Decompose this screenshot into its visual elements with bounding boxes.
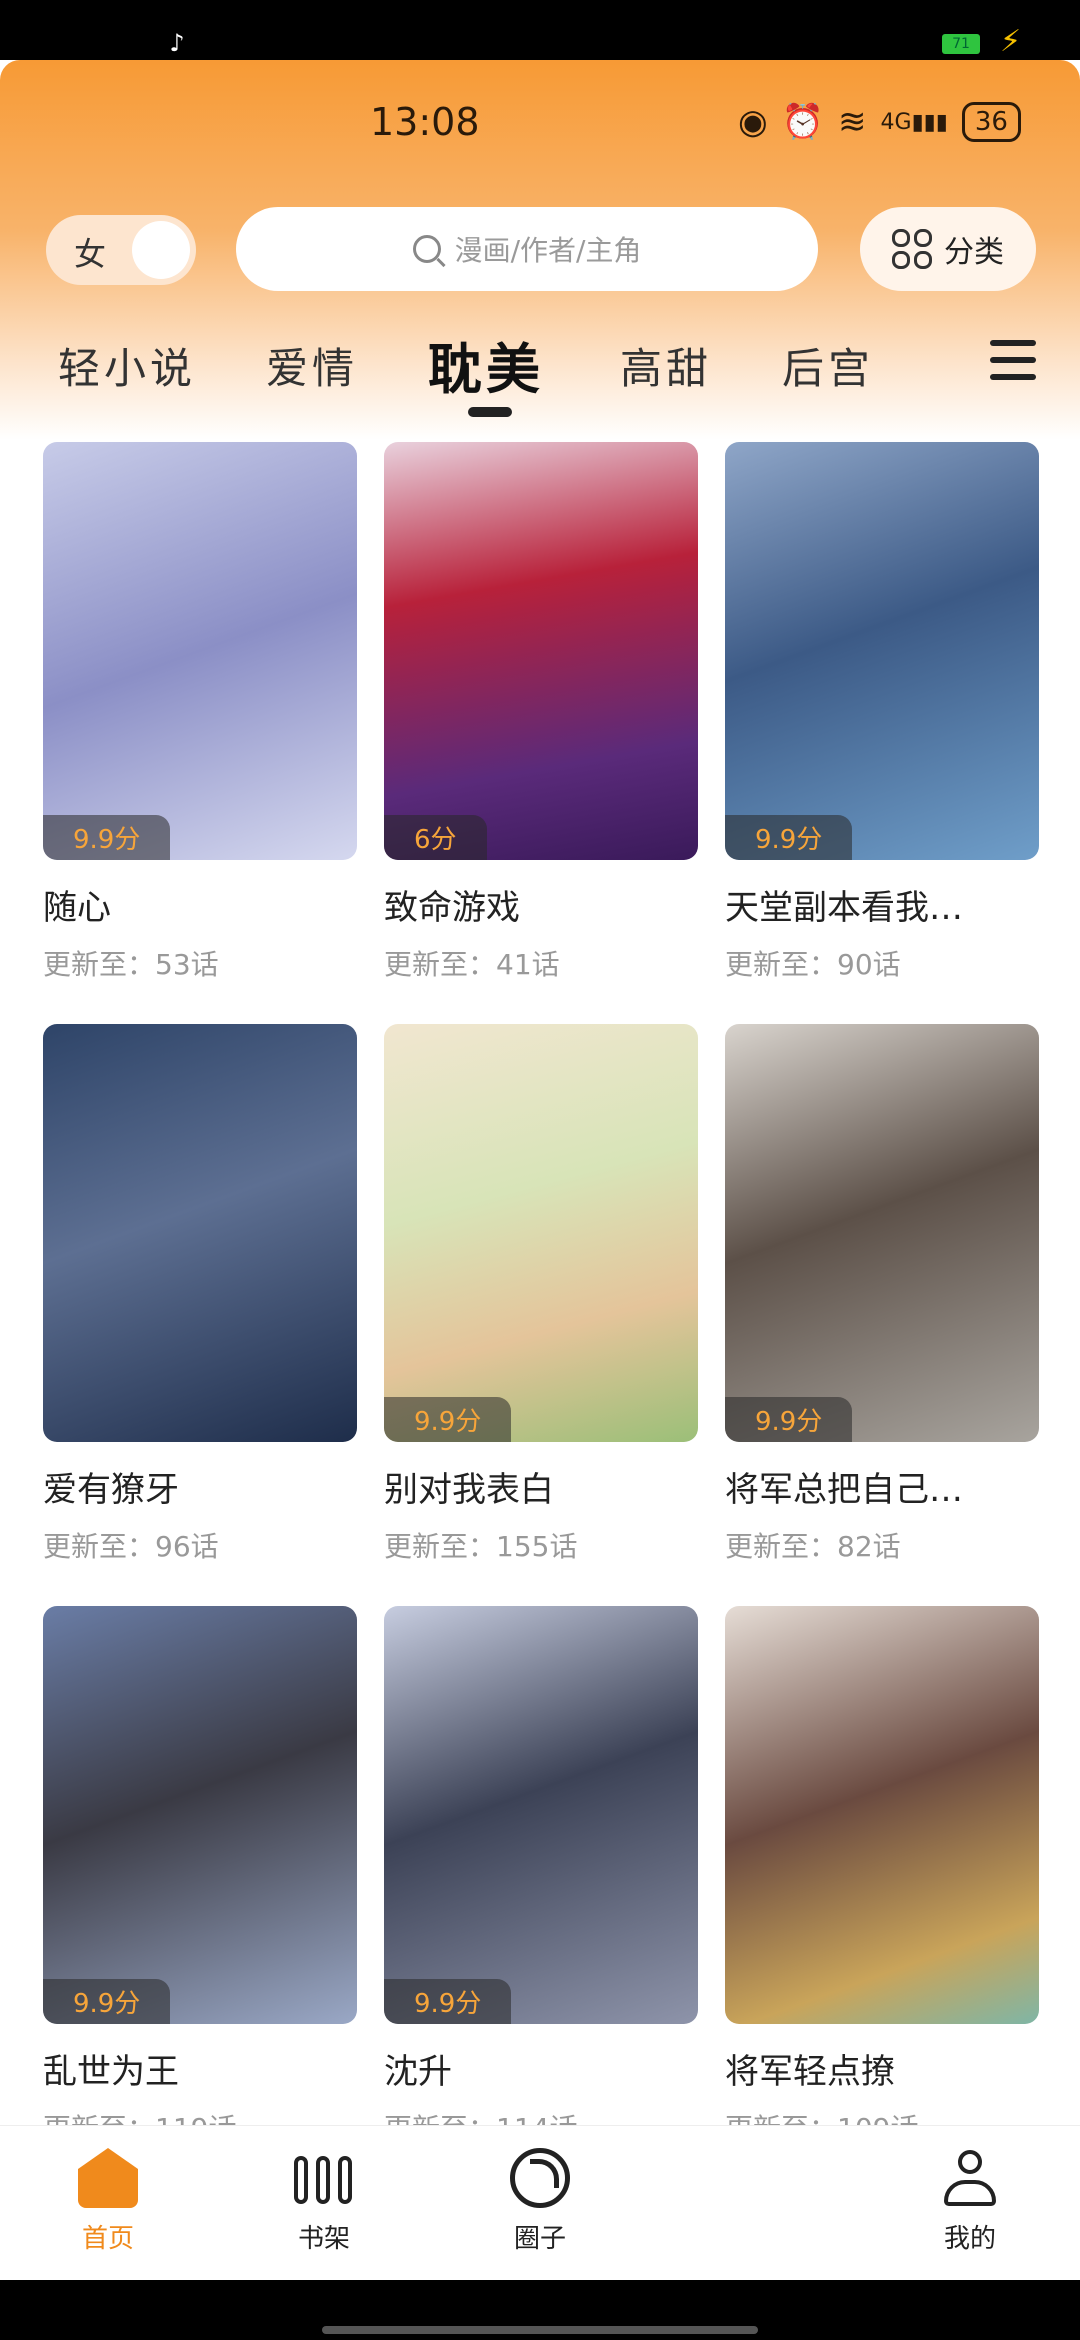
charging-icon: ⚡ [1000, 24, 1022, 59]
search-icon [412, 235, 441, 263]
eye-icon: ◉ [738, 102, 768, 142]
circle-icon [510, 2148, 570, 2208]
nav-circle[interactable]: 圈子 [480, 2148, 600, 2255]
comic-card[interactable]: 9.9分 乱世为王 更新至：119话 [43, 1606, 357, 2125]
category-tabs: 轻小说 爱情 耽美 高甜 后宫 [0, 325, 1080, 425]
nav-me[interactable]: 我的 [910, 2148, 1030, 2255]
comic-card[interactable]: 将军轻点撩 更新至：109话 [725, 1606, 1039, 2125]
grid-icon [892, 229, 932, 269]
tiktok-icon: ♪ [169, 29, 185, 57]
comic-cover[interactable]: 9.9分 [43, 1606, 357, 2024]
comic-cover[interactable]: 9.9分 [725, 1024, 1039, 1442]
comic-title[interactable]: 致命游戏 [384, 880, 698, 929]
nav-circle-label: 圈子 [513, 2224, 566, 2254]
bottom-nav: 首页 书架 圈子 我的 [0, 2125, 1080, 2280]
nav-home[interactable]: 首页 [48, 2148, 168, 2255]
score-badge: 9.9分 [725, 815, 853, 860]
comic-update: 更新至：96话 [43, 1530, 219, 1563]
bookshelf-icon [294, 2148, 354, 2208]
comic-cover[interactable] [725, 1606, 1039, 2024]
search-input[interactable]: 漫画/作者/主角 [236, 207, 818, 291]
tab-light-novel[interactable]: 轻小说 [58, 335, 196, 396]
battery-icon: 36 [961, 102, 1021, 142]
comic-grid: 9.9分 随心 更新至：53话 6分 致命游戏 更新至：41话 9.9分 天堂副… [0, 440, 1080, 2125]
gender-toggle[interactable]: 女 [46, 215, 196, 285]
toggle-knob [132, 221, 190, 279]
comic-card[interactable]: 6分 致命游戏 更新至：41话 [384, 442, 698, 983]
comic-cover[interactable]: 9.9分 [384, 1606, 698, 2024]
comic-cover[interactable] [43, 1024, 357, 1442]
search-placeholder: 漫画/作者/主角 [454, 234, 642, 267]
comic-title[interactable]: 将军轻点撩 [725, 2044, 1039, 2093]
comic-update: 更新至：155话 [384, 1530, 578, 1563]
outer-battery-icon: 71 [942, 34, 980, 54]
comic-cover[interactable]: 9.9分 [43, 442, 357, 860]
comic-title[interactable]: 乱世为王 [43, 2044, 357, 2093]
comic-card[interactable]: 9.9分 天堂副本看我… 更新至：90话 [725, 442, 1039, 983]
nav-me-label: 我的 [943, 2224, 996, 2254]
comic-title[interactable]: 随心 [43, 880, 357, 929]
comic-update: 更新至：41话 [384, 948, 560, 981]
active-tab-indicator [468, 407, 512, 417]
comic-card[interactable]: 9.9分 随心 更新至：53话 [43, 442, 357, 983]
menu-icon[interactable] [990, 340, 1036, 380]
outer-status-bar: ♪ 71 ⚡ [0, 0, 1080, 60]
tab-harem[interactable]: 后宫 [782, 335, 874, 396]
comic-cover[interactable]: 9.9分 [384, 1024, 698, 1442]
gender-label: 女 [74, 235, 107, 273]
wifi-icon: ≋ [838, 102, 867, 142]
score-badge: 9.9分 [43, 1979, 171, 2024]
system-home-bar [0, 2280, 1080, 2340]
tab-romance[interactable]: 爱情 [266, 335, 358, 396]
comic-card[interactable]: 9.9分 沈升 更新至：114话 [384, 1606, 698, 2125]
comic-title[interactable]: 天堂副本看我… [725, 880, 1039, 929]
comic-title[interactable]: 别对我表白 [384, 1462, 698, 1511]
alarm-icon: ⏰ [781, 102, 825, 142]
user-icon [940, 2148, 1000, 2208]
tab-sweet[interactable]: 高甜 [620, 335, 712, 396]
comic-update: 更新至：82话 [725, 1530, 901, 1563]
comic-update: 更新至：53话 [43, 948, 219, 981]
nav-home-label: 首页 [81, 2224, 134, 2254]
nav-shelf[interactable]: 书架 [264, 2148, 384, 2255]
home-indicator[interactable] [322, 2326, 758, 2334]
score-badge: 9.9分 [384, 1397, 512, 1442]
comic-card[interactable]: 爱有獠牙 更新至：96话 [43, 1024, 357, 1565]
comic-update: 更新至：109话 [725, 2107, 1039, 2125]
comic-update: 更新至：119话 [43, 2107, 357, 2125]
comic-card[interactable]: 9.9分 别对我表白 更新至：155话 [384, 1024, 698, 1565]
comic-card[interactable]: 9.9分 将军总把自己… 更新至：82话 [725, 1024, 1039, 1565]
tab-bl[interactable]: 耽美 [428, 325, 544, 404]
home-icon [78, 2148, 138, 2208]
comic-cover[interactable]: 6分 [384, 442, 698, 860]
comic-update: 更新至：114话 [384, 2107, 698, 2125]
score-badge: 9.9分 [384, 1979, 512, 2024]
score-badge: 9.9分 [725, 1397, 853, 1442]
nav-shelf-label: 书架 [297, 2224, 350, 2254]
score-badge: 9.9分 [43, 815, 171, 860]
comic-title[interactable]: 沈升 [384, 2044, 698, 2093]
status-time: 13:08 [370, 100, 480, 144]
score-badge: 6分 [384, 815, 487, 860]
comic-cover[interactable]: 9.9分 [725, 442, 1039, 860]
comic-title[interactable]: 爱有獠牙 [43, 1462, 357, 1511]
category-label: 分类 [944, 235, 1004, 270]
status-icons: ◉ ⏰ ≋ 4G▮▮▮ 36 [738, 100, 1021, 144]
comic-update: 更新至：90话 [725, 948, 901, 981]
comic-title[interactable]: 将军总把自己… [725, 1462, 1039, 1511]
signal-icon: 4G▮▮▮ [880, 109, 948, 135]
category-button[interactable]: 分类 [860, 207, 1036, 291]
